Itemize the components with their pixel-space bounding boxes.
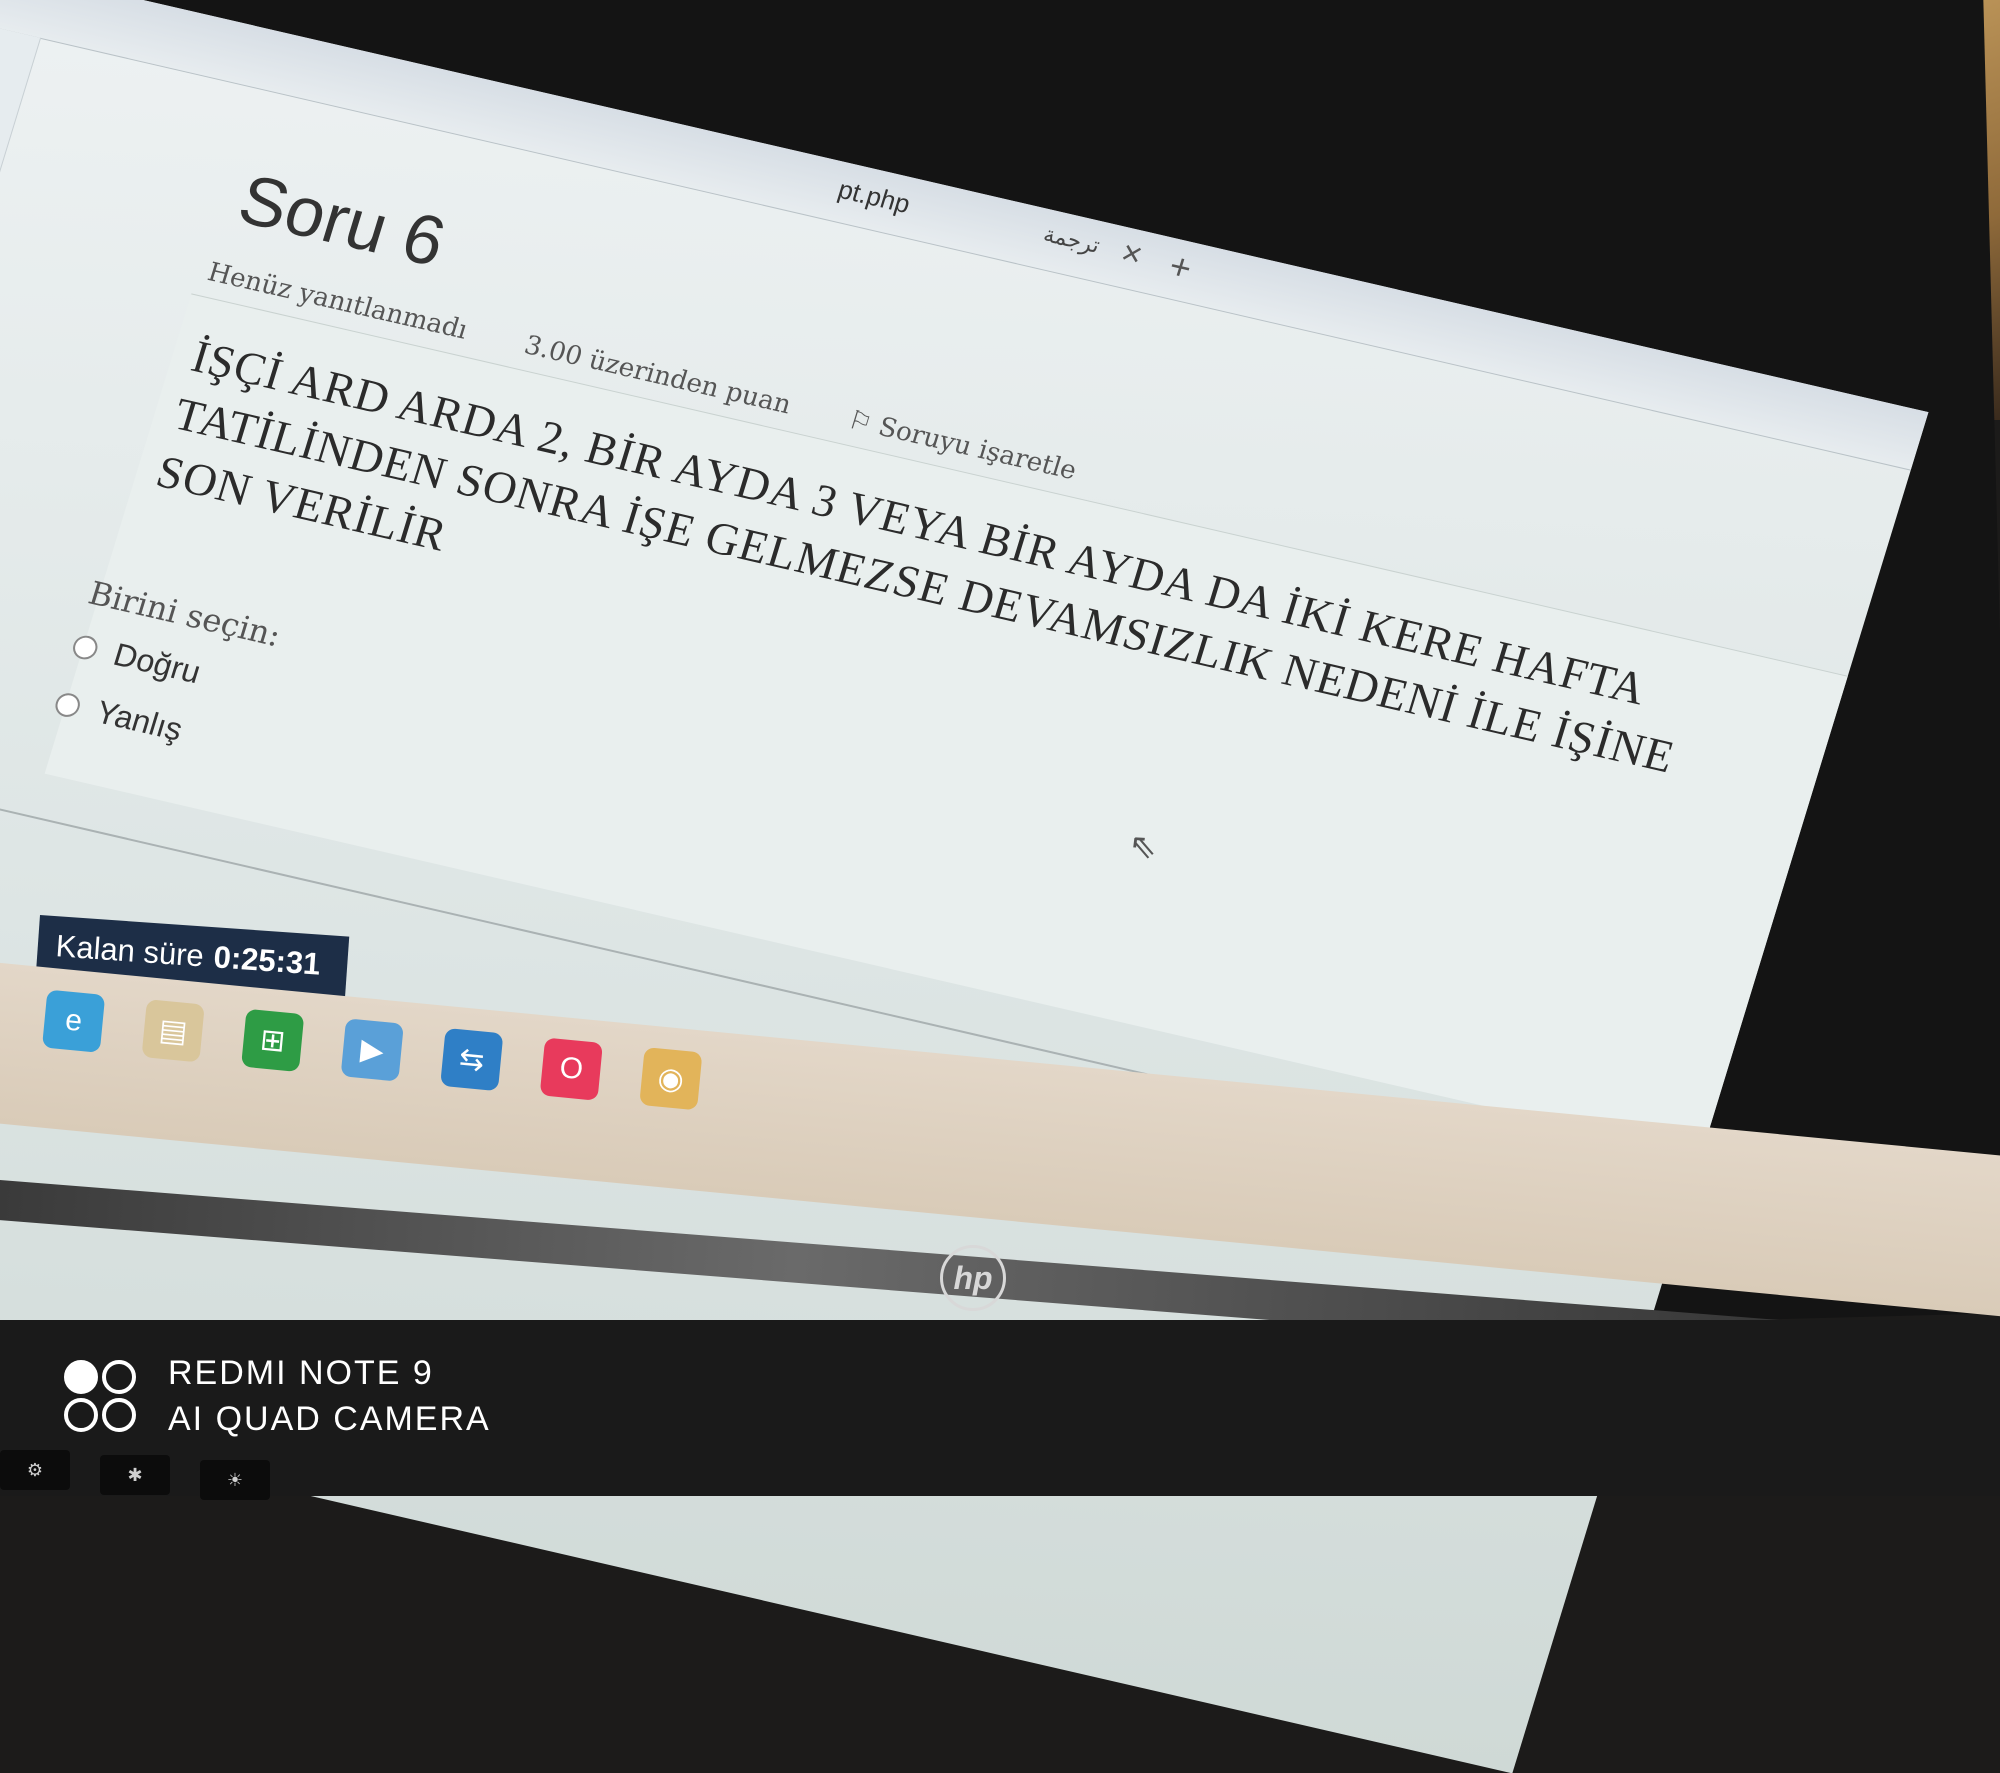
hp-logo: hp [940, 1245, 1006, 1311]
zoom-icon[interactable]: ▶ [340, 1018, 404, 1082]
close-tab-icon[interactable]: × [1116, 233, 1147, 275]
keyboard-key: ✱ [100, 1455, 170, 1495]
answer-radio-true[interactable] [70, 632, 101, 662]
watermark-line-1: REDMI NOTE 9 [168, 1354, 434, 1392]
teamviewer-icon[interactable]: ⇆ [440, 1027, 504, 1092]
opera-icon[interactable]: O [539, 1037, 603, 1101]
remaining-time-value: 0:25:31 [212, 939, 322, 982]
translate-tab-label[interactable]: ترجمة [1040, 221, 1103, 259]
question-heading: Soru 6 [230, 159, 455, 281]
new-tab-icon[interactable]: + [1164, 245, 1197, 290]
remaining-time-label: Kalan süre [54, 928, 205, 974]
chrome-icon[interactable]: ◉ [639, 1047, 703, 1111]
browser-tab-title[interactable]: pt.php [834, 174, 914, 220]
app-sidebar: ✦ ✆ ➤ ◎ ▷ ➢ ♡ ◷ ⚙ [0, 10, 42, 863]
watermark-line-2: AI QUAD CAMERA [168, 1400, 491, 1438]
answer-radio-false[interactable] [52, 690, 84, 719]
file-explorer-icon[interactable]: ▤ [141, 999, 205, 1063]
keyboard-key: ⚙ [0, 1450, 70, 1490]
camera-logo-icon [60, 1356, 140, 1436]
flag-icon: ⚐ [844, 405, 876, 440]
edge-icon[interactable]: e [41, 989, 106, 1053]
keyboard-key: ☀ [200, 1460, 270, 1500]
store-icon[interactable]: ⊞ [241, 1008, 305, 1073]
mouse-cursor-icon: ⇖ [1126, 827, 1160, 867]
camera-watermark: REDMI NOTE 9 AI QUAD CAMERA [60, 1350, 491, 1442]
